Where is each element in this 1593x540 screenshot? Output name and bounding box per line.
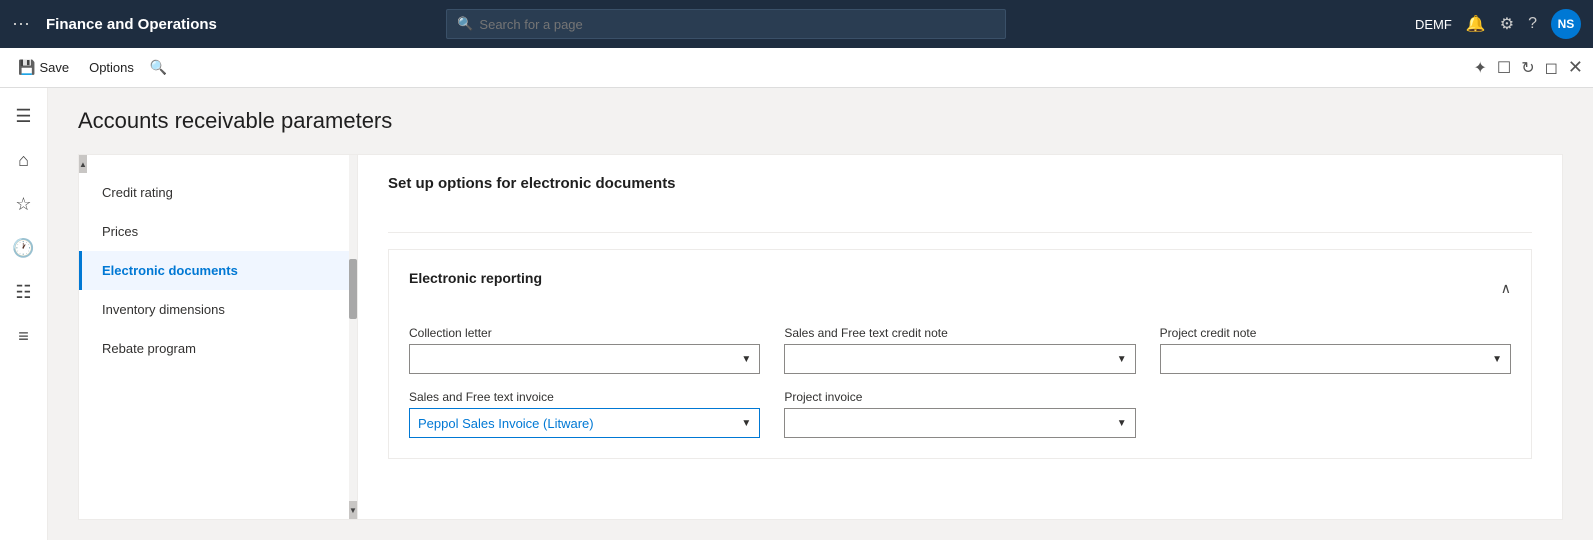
project-credit-note-chevron-icon: ▼ [1492, 354, 1502, 365]
save-label: Save [39, 60, 69, 75]
sales-credit-note-label: Sales and Free text credit note [784, 326, 1135, 340]
sales-credit-note-select[interactable]: ▼ [784, 344, 1135, 374]
rail-modules-icon[interactable]: ≡ [6, 318, 42, 354]
rail-favorites-icon[interactable]: ☆ [6, 186, 42, 222]
section-collapse-button[interactable]: ∧ [1501, 280, 1511, 297]
popout-icon[interactable]: ◻ [1545, 58, 1558, 78]
search-input[interactable] [479, 17, 995, 32]
form-group-collection-letter: Collection letter ▼ [409, 326, 760, 374]
page-title: Accounts receivable parameters [78, 108, 1563, 134]
page-content: Accounts receivable parameters ▲ Credit … [48, 88, 1593, 540]
rail-home-icon[interactable]: ⌂ [6, 142, 42, 178]
sales-credit-note-chevron-icon: ▼ [1117, 354, 1127, 365]
toolbar: 💾 Save Options 🔍 ✦ ☐ ↻ ◻ ✕ [0, 48, 1593, 88]
nav-item-rebate-program[interactable]: Rebate program [79, 329, 357, 368]
scroll-down-arrow[interactable]: ▼ [349, 501, 357, 519]
collection-letter-select[interactable]: ▼ [409, 344, 760, 374]
personalize-icon[interactable]: ✦ [1473, 58, 1486, 78]
left-nav-scrollbar: ▼ [349, 155, 357, 519]
toolbar-search-icon[interactable]: 🔍 [150, 59, 167, 76]
search-bar[interactable]: 🔍 [446, 9, 1006, 39]
open-new-icon[interactable]: ☐ [1497, 58, 1511, 78]
content-body: ▲ Credit rating Prices Electronic docume… [78, 154, 1563, 520]
settings-icon[interactable]: ⚙ [1500, 14, 1514, 34]
app-title: Finance and Operations [46, 16, 217, 33]
rail-recent-icon[interactable]: 🕐 [6, 230, 42, 266]
save-button[interactable]: 💾 Save [10, 55, 77, 80]
reporting-section: Electronic reporting ∧ Collection letter… [388, 249, 1532, 459]
nav-item-credit-rating[interactable]: Credit rating [79, 173, 357, 212]
scroll-thumb[interactable] [349, 259, 357, 319]
rail-workspaces-icon[interactable]: ☷ [6, 274, 42, 310]
form-group-project-credit-note: Project credit note ▼ [1160, 326, 1511, 374]
save-icon: 💾 [18, 59, 35, 76]
options-button[interactable]: Options [81, 56, 142, 79]
environment-label: DEMF [1415, 17, 1452, 32]
top-navigation: ⋯ Finance and Operations 🔍 DEMF 🔔 ⚙ ? NS [0, 0, 1593, 48]
sales-invoice-value: Peppol Sales Invoice (Litware) [418, 416, 737, 431]
main-layout: ☰ ⌂ ☆ 🕐 ☷ ≡ Accounts receivable paramete… [0, 88, 1593, 540]
project-invoice-chevron-icon: ▼ [1117, 418, 1127, 429]
avatar[interactable]: NS [1551, 9, 1581, 39]
form-group-sales-invoice: Sales and Free text invoice Peppol Sales… [409, 390, 760, 438]
detail-panel: Set up options for electronic documents … [358, 154, 1563, 520]
form-group-project-invoice: Project invoice ▼ [784, 390, 1135, 438]
reporting-section-header: Electronic reporting ∧ [409, 270, 1511, 306]
collection-letter-label: Collection letter [409, 326, 760, 340]
toolbar-right: ✦ ☐ ↻ ◻ ✕ [1473, 57, 1583, 78]
project-invoice-select[interactable]: ▼ [784, 408, 1135, 438]
notification-icon[interactable]: 🔔 [1466, 14, 1486, 34]
section-heading: Set up options for electronic documents [388, 175, 676, 192]
reporting-section-title: Electronic reporting [409, 270, 542, 286]
rail-menu-icon[interactable]: ☰ [6, 98, 42, 134]
sales-invoice-chevron-icon: ▼ [741, 418, 751, 429]
close-icon[interactable]: ✕ [1568, 57, 1583, 78]
icon-rail: ☰ ⌂ ☆ 🕐 ☷ ≡ [0, 88, 48, 540]
search-icon: 🔍 [457, 16, 473, 32]
nav-item-electronic-documents[interactable]: Electronic documents [79, 251, 357, 290]
options-label: Options [89, 60, 134, 75]
sales-invoice-select[interactable]: Peppol Sales Invoice (Litware) ▼ [409, 408, 760, 438]
scroll-track [349, 155, 357, 501]
top-nav-right: DEMF 🔔 ⚙ ? NS [1415, 9, 1581, 39]
collection-letter-chevron-icon: ▼ [741, 354, 751, 365]
scroll-up-arrow[interactable]: ▲ [79, 155, 87, 173]
sales-invoice-label: Sales and Free text invoice [409, 390, 760, 404]
project-credit-note-label: Project credit note [1160, 326, 1511, 340]
left-nav-panel: ▲ Credit rating Prices Electronic docume… [78, 154, 358, 520]
grid-icon[interactable]: ⋯ [12, 14, 30, 35]
help-icon[interactable]: ? [1528, 15, 1537, 33]
section-header: Set up options for electronic documents [388, 175, 1532, 212]
project-credit-note-select[interactable]: ▼ [1160, 344, 1511, 374]
form-group-sales-credit-note: Sales and Free text credit note ▼ [784, 326, 1135, 374]
nav-item-prices[interactable]: Prices [79, 212, 357, 251]
section-divider [388, 232, 1532, 233]
refresh-icon[interactable]: ↻ [1521, 58, 1534, 78]
form-grid: Collection letter ▼ Sales and Free text … [409, 326, 1511, 438]
project-invoice-label: Project invoice [784, 390, 1135, 404]
nav-item-inventory-dimensions[interactable]: Inventory dimensions [79, 290, 357, 329]
